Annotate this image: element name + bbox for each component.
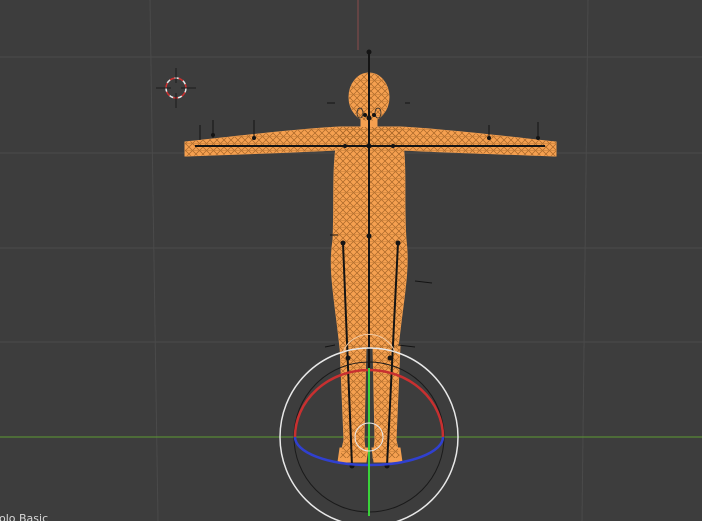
- viewport-canvas[interactable]: [0, 0, 702, 521]
- rotate-gizmo-icon[interactable]: [279, 333, 459, 521]
- 3d-viewport[interactable]: Solo Basic: [0, 0, 702, 521]
- character-mesh[interactable]: [184, 72, 557, 463]
- viewport-object-label: Solo Basic: [0, 512, 49, 521]
- 3d-cursor-icon[interactable]: [156, 68, 196, 108]
